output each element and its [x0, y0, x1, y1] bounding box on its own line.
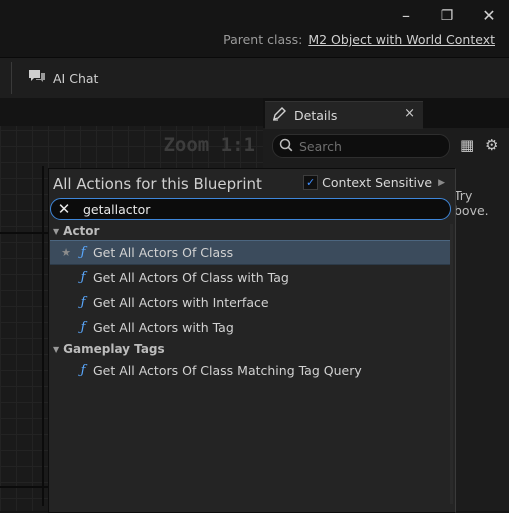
ai-chat-button[interactable]: AI Chat: [27, 68, 98, 88]
table-view-icon[interactable]: ▦: [460, 136, 474, 154]
category-gameplay-tags[interactable]: ▼ Gameplay Tags: [53, 340, 165, 358]
function-icon: ƒ: [80, 320, 86, 335]
close-tab-icon[interactable]: ×: [404, 106, 415, 121]
function-icon: ƒ: [80, 363, 86, 378]
tab-details[interactable]: Details ×: [265, 101, 423, 129]
function-icon: ƒ: [80, 295, 86, 310]
tab-details-label: Details: [294, 108, 338, 123]
chat-bubbles-icon: [27, 68, 47, 89]
action-item-label: Get All Actors with Interface: [93, 295, 269, 310]
graph-grid-line: [0, 486, 48, 488]
toolbar-divider: [11, 62, 12, 94]
action-item-label: Get All Actors Of Class: [93, 245, 234, 260]
action-search-value: getallactor: [83, 201, 151, 217]
minimize-icon: –: [402, 6, 410, 25]
parent-class-label: Parent class:: [223, 32, 303, 47]
function-icon: ƒ: [80, 270, 86, 285]
category-label: Actor: [63, 224, 100, 238]
details-hint-line: Try: [454, 188, 473, 203]
details-hint-line: bove.: [454, 203, 489, 218]
graph-header-band: [0, 98, 263, 126]
chevron-right-icon[interactable]: ▶: [438, 178, 445, 188]
context-sensitive-checkbox[interactable]: ✓: [303, 175, 319, 190]
gear-icon[interactable]: ⚙: [485, 136, 498, 154]
context-sensitive-label: Context Sensitive: [322, 175, 433, 190]
action-item[interactable]: ★ ƒ Get All Actors Of Class: [50, 240, 450, 265]
chevron-down-icon: ▼: [53, 344, 60, 354]
function-icon: ƒ: [80, 245, 86, 260]
close-window-button[interactable]: ✕: [474, 5, 504, 27]
graph-grid-line: [0, 232, 48, 234]
scrollbar[interactable]: [450, 224, 453, 504]
action-search-input[interactable]: ✕ getallactor: [50, 198, 451, 220]
action-item-label: Get All Actors Of Class Matching Tag Que…: [93, 363, 362, 378]
star-icon[interactable]: ★: [58, 246, 74, 259]
action-item-label: Get All Actors with Tag: [93, 320, 234, 335]
restore-button[interactable]: ❐: [432, 5, 462, 27]
close-icon: ✕: [482, 6, 496, 25]
details-search-input[interactable]: Search: [272, 134, 450, 158]
details-hint-text: Try bove.: [454, 188, 489, 218]
action-item[interactable]: ƒ Get All Actors with Tag: [50, 315, 450, 340]
category-label: Gameplay Tags: [63, 342, 165, 356]
details-tab-bar: Details ×: [263, 98, 509, 129]
clear-search-icon[interactable]: ✕: [57, 202, 71, 217]
toolbar: AI Chat: [0, 57, 509, 98]
ai-chat-label: AI Chat: [53, 70, 99, 86]
zoom-indicator: Zoom 1:1: [163, 134, 255, 156]
pencil-icon: [272, 106, 286, 125]
restore-icon: ❐: [440, 8, 454, 24]
chevron-down-icon: ▼: [53, 226, 60, 236]
action-menu-popup: All Actions for this Blueprint ✓ Context…: [48, 168, 456, 513]
graph-grid-line: [42, 166, 44, 506]
action-item[interactable]: ƒ Get All Actors with Interface: [50, 290, 450, 315]
action-item-label: Get All Actors Of Class with Tag: [93, 270, 289, 285]
title-bar: – ❐ ✕ Parent class: M2 Object with World …: [0, 0, 509, 56]
action-item[interactable]: ƒ Get All Actors Of Class with Tag: [50, 265, 450, 290]
category-actor[interactable]: ▼ Actor: [53, 222, 99, 240]
action-item[interactable]: ƒ Get All Actors Of Class Matching Tag Q…: [50, 358, 450, 383]
search-icon: [279, 137, 293, 156]
action-menu-title: All Actions for this Blueprint: [53, 175, 262, 193]
minimize-button[interactable]: –: [391, 5, 421, 27]
parent-class-link[interactable]: M2 Object with World Context: [308, 32, 495, 47]
parent-class-info: Parent class: M2 Object with World Contex…: [223, 32, 495, 47]
details-search-placeholder: Search: [299, 138, 342, 154]
context-sensitive-toggle[interactable]: ✓ Context Sensitive ▶: [303, 175, 445, 190]
